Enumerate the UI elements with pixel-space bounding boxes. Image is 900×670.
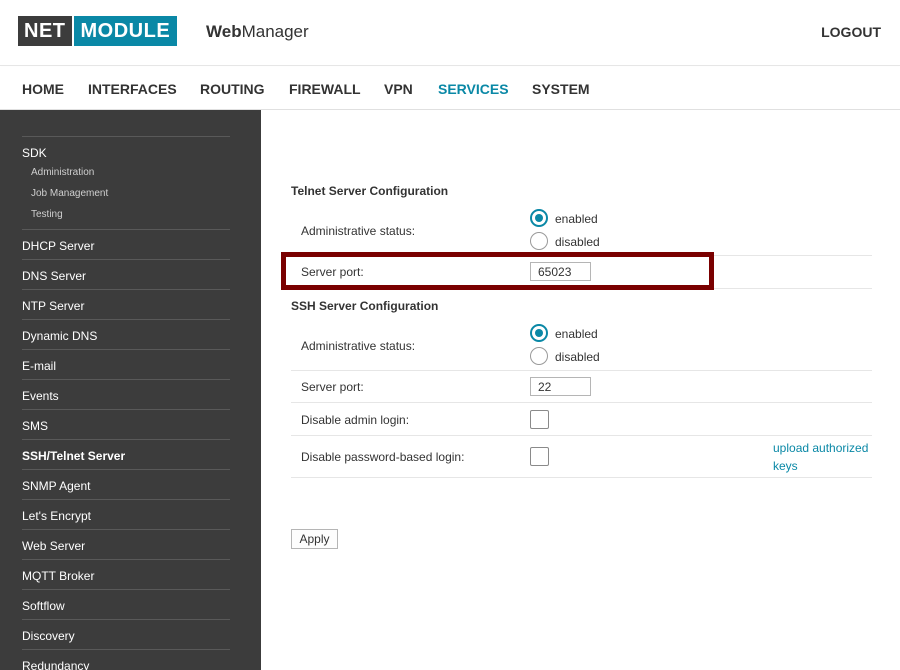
sidebar-item-dynamic-dns[interactable]: Dynamic DNS — [22, 319, 230, 349]
ssh-disable-admin-label: Disable admin login: — [301, 413, 410, 427]
sidebar-item-label: E-mail — [22, 359, 57, 373]
sidebar-item-label: Let's Encrypt — [22, 509, 91, 523]
main-content: Telnet Server Configuration Administrati… — [261, 110, 900, 670]
sidebar-subitem-job-management[interactable]: Job Management — [31, 188, 108, 199]
sidebar-item-label: Dynamic DNS — [22, 329, 98, 343]
sidebar-item-label: MQTT Broker — [22, 569, 95, 583]
ssh-port-row: Server port: — [291, 371, 872, 403]
sidebar-item-discovery[interactable]: Discovery — [22, 619, 230, 649]
telnet-disabled-label: disabled — [555, 235, 600, 249]
ssh-enabled-label: enabled — [555, 327, 598, 341]
ssh-enabled-radio[interactable] — [530, 324, 548, 342]
logo-module: MODULE — [73, 16, 178, 46]
header: NET MODULE WebManager LOGOUT — [0, 0, 900, 66]
ssh-disable-password-row: Disable password-based login: upload aut… — [291, 436, 872, 478]
sidebar-item-label: SNMP Agent — [22, 479, 91, 493]
sidebar-item-label: DHCP Server — [22, 239, 95, 253]
main-nav: HOME INTERFACES ROUTING FIREWALL VPN SER… — [0, 67, 900, 110]
ssh-disable-password-label: Disable password-based login: — [301, 450, 465, 464]
sidebar-item-label: SDK — [22, 146, 47, 160]
telnet-section-title: Telnet Server Configuration — [291, 184, 449, 198]
sidebar-item-ntp-server[interactable]: NTP Server — [22, 289, 230, 319]
sidebar-item-label: Softflow — [22, 599, 65, 613]
sidebar-item-snmp-agent[interactable]: SNMP Agent — [22, 469, 230, 499]
app-title-bold: Web — [206, 22, 242, 41]
telnet-disabled-radio[interactable] — [530, 232, 548, 250]
nav-vpn[interactable]: VPN — [384, 81, 413, 97]
ssh-section-title: SSH Server Configuration — [291, 299, 439, 313]
sidebar-subitem-administration[interactable]: Administration — [31, 167, 94, 178]
app-title-rest: Manager — [241, 22, 309, 41]
upload-authorized-keys-link[interactable]: upload authorized keys — [773, 439, 873, 475]
sidebar-item-label: DNS Server — [22, 269, 87, 283]
ssh-disable-admin-checkbox[interactable] — [530, 410, 549, 429]
sidebar: SDK Administration Job Management Testin… — [0, 110, 261, 670]
sidebar-item-label: Web Server — [22, 539, 86, 553]
sidebar-item-dhcp-server[interactable]: DHCP Server — [22, 229, 230, 259]
sidebar-item-label: Events — [22, 389, 59, 403]
nav-system[interactable]: SYSTEM — [532, 81, 590, 97]
sidebar-item-label: SMS — [22, 419, 49, 433]
sidebar-item-sms[interactable]: SMS — [22, 409, 230, 439]
ssh-port-label: Server port: — [301, 380, 364, 394]
ssh-status-row: Administrative status: enabled disabled — [291, 319, 872, 371]
sidebar-subitem-testing[interactable]: Testing — [31, 209, 63, 220]
sidebar-item-web-server[interactable]: Web Server — [22, 529, 230, 559]
sidebar-item-softflow[interactable]: Softflow — [22, 589, 230, 619]
nav-interfaces[interactable]: INTERFACES — [88, 81, 177, 97]
sidebar-item-lets-encrypt[interactable]: Let's Encrypt — [22, 499, 230, 529]
ssh-status-label: Administrative status: — [301, 339, 416, 353]
sidebar-item-label: Discovery — [22, 629, 75, 643]
ssh-disable-admin-row: Disable admin login: — [291, 403, 872, 436]
sidebar-item-label: Redundancy — [22, 659, 90, 670]
ssh-disabled-radio[interactable] — [530, 347, 548, 365]
nav-home[interactable]: HOME — [22, 81, 64, 97]
logout-link[interactable]: LOGOUT — [821, 24, 881, 40]
telnet-enabled-label: enabled — [555, 212, 598, 226]
telnet-status-row: Administrative status: enabled disabled — [291, 204, 872, 256]
logo-net: NET — [18, 16, 72, 46]
nav-routing[interactable]: ROUTING — [200, 81, 265, 97]
sidebar-item-email[interactable]: E-mail — [22, 349, 230, 379]
sidebar-item-ssh-telnet-server[interactable]: SSH/Telnet Server — [22, 439, 230, 469]
ssh-disabled-label: disabled — [555, 350, 600, 364]
telnet-enabled-radio[interactable] — [530, 209, 548, 227]
ssh-port-input[interactable] — [530, 377, 591, 396]
sidebar-item-redundancy[interactable]: Redundancy — [22, 649, 230, 670]
app-title: WebManager — [206, 22, 309, 42]
sidebar-item-events[interactable]: Events — [22, 379, 230, 409]
nav-firewall[interactable]: FIREWALL — [289, 81, 361, 97]
apply-button[interactable]: Apply — [291, 529, 338, 549]
telnet-status-label: Administrative status: — [301, 224, 416, 238]
highlight-box — [281, 252, 714, 290]
netmodule-logo: NET MODULE — [18, 16, 178, 46]
nav-services[interactable]: SERVICES — [438, 81, 509, 97]
sidebar-item-dns-server[interactable]: DNS Server — [22, 259, 230, 289]
sidebar-item-mqtt-broker[interactable]: MQTT Broker — [22, 559, 230, 589]
sidebar-item-label: NTP Server — [22, 299, 85, 313]
ssh-disable-password-checkbox[interactable] — [530, 447, 549, 466]
sidebar-item-label: SSH/Telnet Server — [22, 449, 126, 463]
